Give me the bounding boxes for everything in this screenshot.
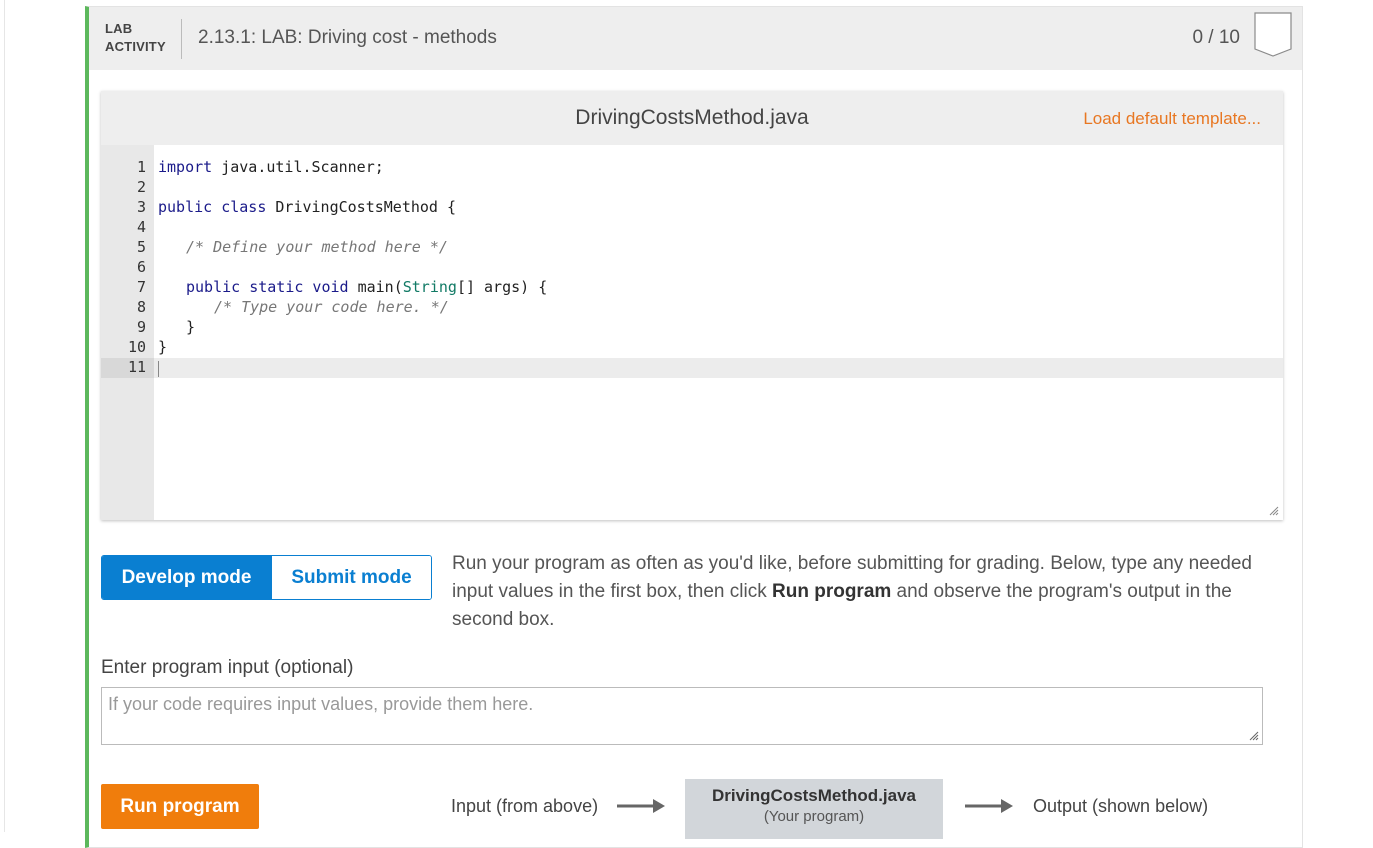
program-input-field[interactable] — [102, 688, 1262, 744]
line-number: 1 — [136, 158, 146, 176]
program-flow-subtitle: (Your program) — [763, 808, 865, 825]
submit-mode-button[interactable]: Submit mode — [271, 556, 431, 599]
code-comment: /* Define your method here */ — [186, 238, 448, 256]
mode-description: Run your program as often as you'd like,… — [452, 550, 1282, 634]
code-comment: /* Type your code here. */ — [214, 298, 449, 316]
program-flow-name: DrivingCostsMethod.java — [711, 786, 917, 805]
code-text: main( — [348, 278, 403, 296]
code-type: String — [402, 278, 457, 296]
code-text: [] args) { — [456, 278, 548, 296]
flow-output-label: Output (shown below) — [1033, 796, 1209, 816]
editor-toolbar: DrivingCostsMethod.java Load default tem… — [101, 91, 1283, 145]
lab-activity-card: LAB ACTIVITY 2.13.1: LAB: Driving cost -… — [85, 6, 1303, 848]
line-number: 3 — [136, 198, 146, 216]
line-number: 4 — [136, 218, 146, 236]
score-text: 0 / 10 — [1192, 27, 1240, 48]
line-number: 11 — [127, 358, 146, 376]
code-line: import java.util.Scanner; — [158, 158, 384, 176]
line-number: 5 — [136, 238, 146, 256]
line-number: 6 — [136, 258, 146, 276]
code-editor-panel: DrivingCostsMethod.java Load default tem… — [101, 91, 1283, 520]
code-keyword: public class — [158, 198, 267, 216]
code-text-area[interactable]: import java.util.Scanner; public class D… — [154, 145, 1283, 520]
tag-line-activity: ACTIVITY — [105, 39, 166, 54]
tag-line-lab: LAB — [105, 21, 133, 36]
program-input-label: Enter program input (optional) — [101, 657, 354, 678]
code-line: } — [158, 338, 168, 356]
editor-resize-grip-icon[interactable] — [1269, 506, 1279, 516]
page-left-rule — [4, 0, 5, 832]
code-text: DrivingCostsMethod { — [266, 198, 457, 216]
activity-title: 2.13.1: LAB: Driving cost - methods — [198, 27, 497, 48]
load-default-template-link[interactable]: Load default template... — [1083, 109, 1261, 129]
score-badge-icon — [1254, 12, 1292, 57]
program-input-box — [101, 687, 1263, 745]
arrow-right-icon — [965, 799, 1013, 813]
activity-header: LAB ACTIVITY 2.13.1: LAB: Driving cost -… — [89, 7, 1302, 70]
code-text: java.util.Scanner; — [212, 158, 384, 176]
code-keyword: public static void — [186, 278, 349, 296]
mode-description-bold: Run program — [772, 581, 892, 602]
input-resize-grip-icon[interactable] — [1249, 731, 1259, 741]
code-keyword: import — [158, 158, 213, 176]
code-line: } — [186, 318, 196, 336]
line-number: 9 — [136, 318, 146, 336]
mode-toggle: Develop mode Submit mode — [101, 555, 432, 600]
header-divider — [181, 19, 182, 59]
program-flow-box: DrivingCostsMethod.java (Your program) — [685, 779, 943, 839]
arrow-right-icon — [617, 799, 665, 813]
flow-input-label: Input (from above) — [451, 796, 599, 816]
code-line: public static void main(String[] args) { — [186, 278, 547, 296]
text-cursor — [158, 361, 159, 377]
line-number: 2 — [136, 178, 146, 196]
line-number: 8 — [136, 298, 146, 316]
lab-activity-tag: LAB ACTIVITY — [105, 20, 166, 56]
run-program-button[interactable]: Run program — [101, 784, 259, 829]
line-number: 10 — [127, 338, 146, 356]
develop-mode-button[interactable]: Develop mode — [102, 556, 271, 599]
line-number: 7 — [136, 278, 146, 296]
active-line-highlight — [154, 358, 1283, 378]
code-line: public class DrivingCostsMethod { — [158, 198, 456, 216]
line-number-gutter: 1 2 3 4 5 6 7 8 9 10 11 — [101, 145, 154, 520]
